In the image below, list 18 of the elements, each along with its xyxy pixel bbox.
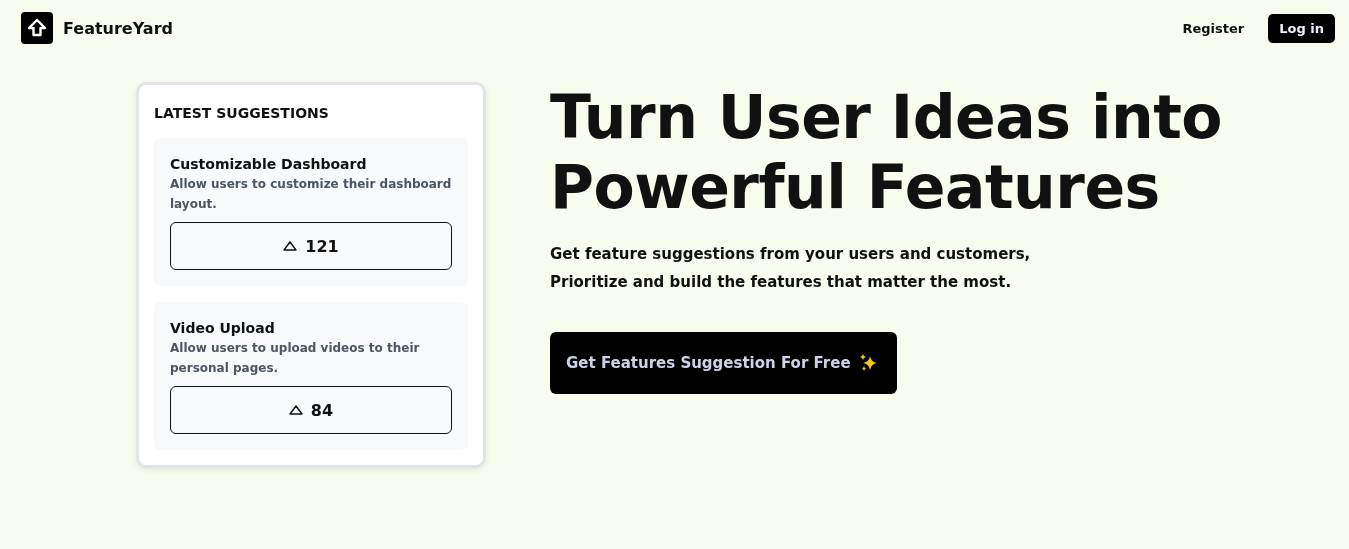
suggestion-title: Customizable Dashboard <box>170 156 368 172</box>
logo-icon <box>21 12 53 44</box>
login-button[interactable]: Log in <box>1268 13 1335 43</box>
cta-button[interactable]: Get Features Suggestion For Free <box>550 332 897 394</box>
subtitle: Prioritize and build the features that matter the most. <box>550 272 1013 293</box>
headline: Powerful Features <box>550 152 1161 222</box>
card-title: LATEST SUGGESTIONS <box>154 105 330 121</box>
upvote-button[interactable]: 121 <box>170 222 452 270</box>
suggestion-title: Video Upload <box>170 320 276 336</box>
upvote-button[interactable]: 84 <box>170 386 452 434</box>
subtitle: Get feature suggestions from your users and customers, <box>550 244 1032 265</box>
suggestion-description: Allow users to customize their dashboard layout. <box>170 176 452 213</box>
triangle-icon <box>283 241 298 251</box>
register-link[interactable]: Register <box>1182 20 1245 36</box>
triangle-icon <box>288 405 303 415</box>
brand-name: FeatureYard <box>63 18 173 38</box>
suggestion-description: Allow users to upload videos to their personal pages. <box>170 340 421 377</box>
headline: Turn User Ideas into <box>550 82 1223 152</box>
